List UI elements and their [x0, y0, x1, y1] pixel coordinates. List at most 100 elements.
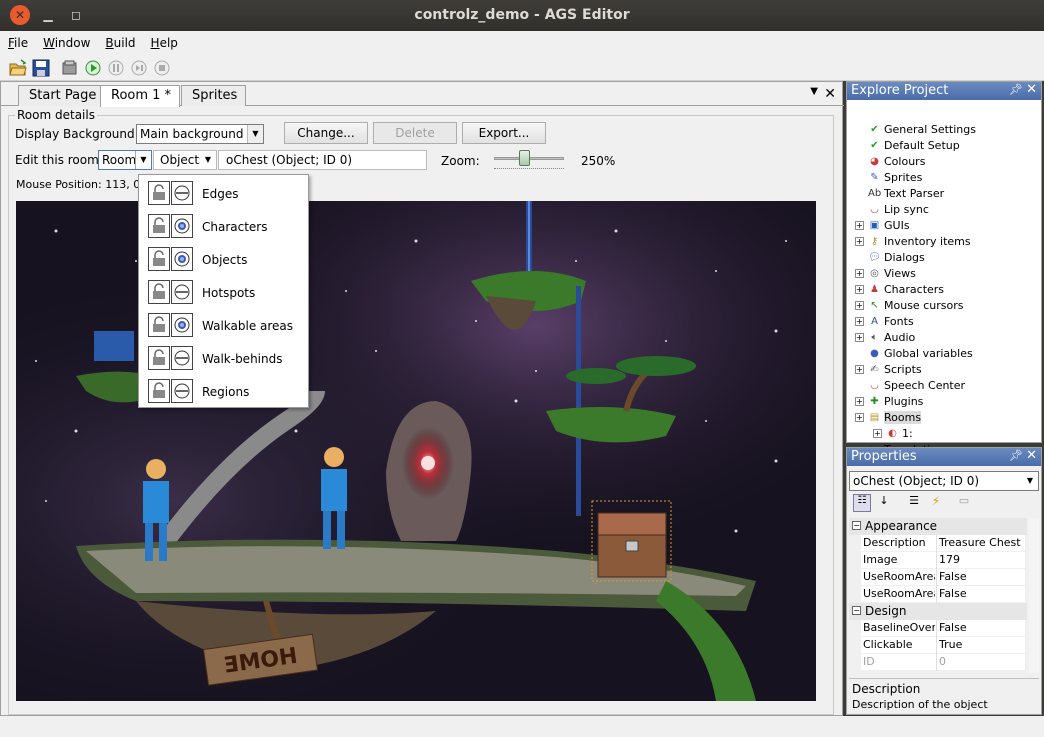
property-row[interactable]: Description Treasure Chest: [861, 535, 1025, 552]
zoom-slider[interactable]: [492, 150, 566, 174]
visible-icon[interactable]: [171, 214, 193, 238]
tree-item[interactable]: + 🔈︎ Audio: [847, 330, 1037, 346]
lock-icon[interactable]: [148, 247, 170, 271]
layer-menu-item[interactable]: Regions: [139, 376, 309, 409]
pause-icon[interactable]: [107, 59, 125, 77]
property-grid-scrollbar[interactable]: [1029, 518, 1039, 673]
step-icon[interactable]: [130, 59, 148, 77]
expand-icon[interactable]: +: [855, 365, 864, 374]
visible-icon[interactable]: [171, 247, 193, 271]
tree-item[interactable]: + ✍ Scripts: [847, 362, 1037, 378]
room-canvas[interactable]: HOME: [16, 201, 816, 701]
expand-icon[interactable]: +: [855, 333, 864, 342]
tree-item[interactable]: ✔ General Settings: [847, 122, 1037, 138]
tree-item[interactable]: + A Fonts: [847, 314, 1037, 330]
collapse-icon[interactable]: −: [852, 521, 861, 530]
property-row[interactable]: BaselineOverridden False: [861, 620, 1025, 637]
tree-item[interactable]: ✎ Sprites: [847, 170, 1037, 186]
lock-icon[interactable]: [148, 346, 170, 370]
property-pages-icon[interactable]: ☰: [905, 494, 923, 512]
menu-window[interactable]: Window: [35, 31, 97, 55]
property-category[interactable]: − Design: [849, 603, 1027, 620]
menu-build[interactable]: Build: [97, 31, 142, 55]
categorized-icon[interactable]: ☷: [853, 494, 871, 512]
menu-help[interactable]: Help: [143, 31, 185, 55]
tree-item[interactable]: + ◎ Views: [847, 266, 1037, 282]
export-background-button[interactable]: Export...: [462, 122, 546, 144]
edit-filter-select[interactable]: Objects ▼: [153, 150, 217, 170]
property-row[interactable]: ID 0: [861, 654, 1025, 671]
delete-background-button[interactable]: Delete: [373, 122, 457, 144]
property-value[interactable]: False: [939, 621, 1027, 634]
collapse-icon[interactable]: −: [852, 606, 861, 615]
lock-icon[interactable]: [148, 379, 170, 403]
property-row[interactable]: UseRoomAreaScaling False: [861, 586, 1025, 603]
layer-menu-item[interactable]: Walk-behinds: [139, 343, 309, 376]
property-value[interactable]: False: [939, 570, 1027, 583]
expand-icon[interactable]: +: [855, 413, 864, 422]
tree-item[interactable]: ◕ Colours: [847, 154, 1037, 170]
tab-start-page[interactable]: Start Page: [18, 85, 106, 106]
layer-menu-item[interactable]: Edges: [139, 178, 309, 211]
save-icon[interactable]: [32, 59, 50, 77]
property-row[interactable]: Image 179: [861, 552, 1025, 569]
tree-item[interactable]: + ▣ GUIs: [847, 218, 1037, 234]
expand-icon[interactable]: +: [855, 269, 864, 278]
visible-icon[interactable]: [171, 313, 193, 337]
tree-item[interactable]: Ab Text Parser: [847, 186, 1037, 202]
tab-list-dropdown-icon[interactable]: ▼: [810, 86, 818, 97]
open-folder-icon[interactable]: [9, 59, 27, 77]
lock-icon[interactable]: [148, 181, 170, 205]
expand-icon[interactable]: +: [873, 429, 882, 438]
property-row[interactable]: UseRoomAreaLighting False: [861, 569, 1025, 586]
property-value[interactable]: Treasure Chest: [939, 536, 1027, 549]
change-background-button[interactable]: Change...: [284, 122, 368, 144]
layer-menu-item[interactable]: Walkable areas: [139, 310, 309, 343]
lock-icon[interactable]: [148, 214, 170, 238]
layer-menu-item[interactable]: Objects: [139, 244, 309, 277]
property-value[interactable]: True: [939, 638, 1027, 651]
tree-item[interactable]: + ↖ Mouse cursors: [847, 298, 1037, 314]
expand-icon[interactable]: +: [855, 301, 864, 310]
layer-menu-item[interactable]: Hotspots: [139, 277, 309, 310]
close-icon[interactable]: ✕: [1026, 82, 1037, 97]
property-window-icon[interactable]: ▭: [955, 494, 973, 512]
run-icon[interactable]: [84, 59, 102, 77]
pin-icon[interactable]: 📌︎: [1009, 83, 1023, 96]
expand-icon[interactable]: +: [855, 285, 864, 294]
alphabetical-icon[interactable]: ↓: [875, 494, 893, 512]
edit-layer-select[interactable]: Room ▼: [98, 150, 152, 170]
display-background-select[interactable]: Main background ▼: [136, 124, 264, 144]
properties-object-select[interactable]: oChest (Object; ID 0) ▼: [849, 471, 1039, 491]
property-value[interactable]: False: [939, 587, 1027, 600]
hidden-icon[interactable]: [171, 181, 193, 205]
property-value[interactable]: 179: [939, 553, 1027, 566]
hidden-icon[interactable]: [171, 346, 193, 370]
hidden-icon[interactable]: [171, 280, 193, 304]
tree-item[interactable]: + ✚ Plugins: [847, 394, 1037, 410]
zoom-slider-thumb[interactable]: [519, 150, 531, 166]
menu-file[interactable]: File: [0, 31, 35, 55]
tree-item[interactable]: ● Global variables: [847, 346, 1037, 362]
lock-icon[interactable]: [148, 280, 170, 304]
expand-icon[interactable]: +: [855, 317, 864, 326]
tab-room-1[interactable]: Room 1 *: [100, 85, 181, 107]
tree-item[interactable]: ◡ Lip sync: [847, 202, 1037, 218]
compile-icon[interactable]: [61, 59, 79, 77]
tree-item[interactable]: + ▤ Rooms: [847, 410, 1037, 426]
close-tab-icon[interactable]: ✕: [824, 86, 836, 102]
close-icon[interactable]: ✕: [1026, 448, 1037, 463]
tab-sprites[interactable]: Sprites: [181, 85, 247, 106]
expand-icon[interactable]: +: [855, 397, 864, 406]
chest-object[interactable]: [591, 500, 672, 582]
selected-object-field[interactable]: oChest (Object; ID 0): [218, 150, 427, 170]
tree-item[interactable]: + ⚷ Inventory items: [847, 234, 1037, 250]
tree-item[interactable]: + ◐ 1:: [847, 426, 1037, 442]
property-row[interactable]: Clickable True: [861, 637, 1025, 654]
expand-icon[interactable]: +: [855, 221, 864, 230]
lock-icon[interactable]: [148, 313, 170, 337]
expand-icon[interactable]: +: [855, 237, 864, 246]
hidden-icon[interactable]: [171, 379, 193, 403]
tree-item[interactable]: ◡ Speech Center: [847, 378, 1037, 394]
stop-icon[interactable]: [153, 59, 171, 77]
